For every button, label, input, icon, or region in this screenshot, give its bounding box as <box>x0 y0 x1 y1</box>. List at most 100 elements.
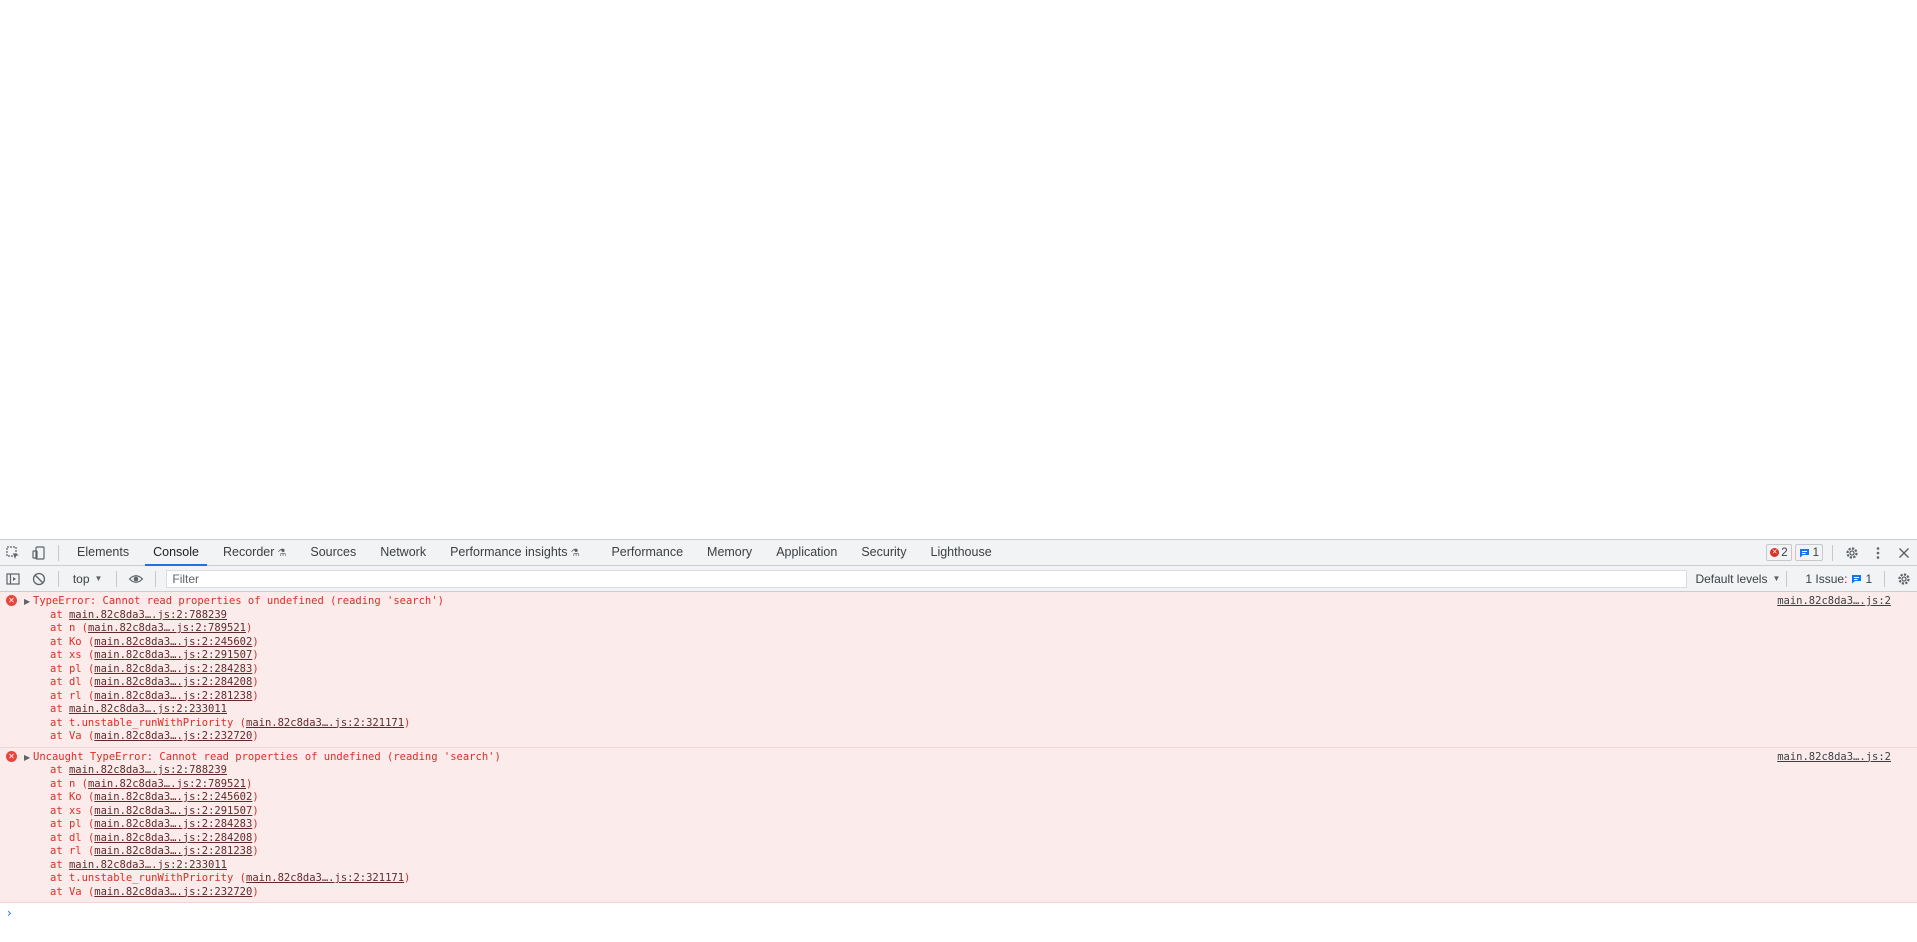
expand-triangle-icon[interactable]: ▶ <box>24 595 30 609</box>
frame-location-link[interactable]: main.82c8da3….js:2:233011 <box>69 703 227 715</box>
frame-location-link[interactable]: main.82c8da3….js:2:788239 <box>69 609 227 621</box>
frame-prefix: at <box>50 872 69 884</box>
frame-location-link[interactable]: main.82c8da3….js:2:281238 <box>94 845 252 857</box>
stack-frame: at dl (main.82c8da3….js:2:284208) <box>50 831 259 844</box>
gear-icon[interactable] <box>1891 566 1917 591</box>
log-levels-dropdown[interactable]: Default levels ▼ <box>1695 572 1780 586</box>
issues-button[interactable]: 1 Issue: 1 <box>1799 572 1878 586</box>
console-prompt[interactable]: › <box>0 906 1917 924</box>
stack-frame: at xs (main.82c8da3….js:2:291507) <box>50 649 259 661</box>
frame-prefix: at <box>50 635 69 648</box>
frame-location-link[interactable]: main.82c8da3….js:2:321171 <box>246 717 404 729</box>
tab-console[interactable]: Console <box>141 540 211 566</box>
frame-prefix: at <box>50 649 69 661</box>
frame-function: n <box>68 777 76 790</box>
frame-function: Ko <box>68 791 82 803</box>
frame-function: pl <box>68 662 82 675</box>
tab-label: Memory <box>707 545 753 559</box>
chevron-down-icon: ▼ <box>1772 574 1781 583</box>
frame-location-link[interactable]: main.82c8da3….js:2:789521 <box>88 778 246 790</box>
tab-lighthouse[interactable]: Lighthouse <box>919 540 1004 565</box>
tab-recorder[interactable]: Recorder ⚗ <box>211 540 298 565</box>
stack-frame: at xs (main.82c8da3….js:2:291507) <box>50 804 259 817</box>
device-toolbar-icon[interactable] <box>26 540 52 565</box>
frame-location-link[interactable]: main.82c8da3….js:2:321171 <box>246 872 404 884</box>
frame-location-link[interactable]: main.82c8da3….js:2:232720 <box>94 886 252 898</box>
page-viewport <box>0 0 1917 539</box>
message-counter[interactable]: 1 <box>1794 544 1823 561</box>
frame-location-link[interactable]: main.82c8da3….js:2:284208 <box>94 832 252 844</box>
expand-triangle-icon[interactable]: ▶ <box>24 751 30 765</box>
tab-application[interactable]: Application <box>764 540 849 565</box>
filter-input[interactable] <box>166 569 1688 588</box>
stack-frame: at main.82c8da3….js:2:788239 <box>0 609 1917 623</box>
frame-location-link[interactable]: main.82c8da3….js:2:284208 <box>94 676 252 688</box>
tab-label: Performance <box>611 545 684 559</box>
stack-frame: at pl (main.82c8da3….js:2:284283) <box>50 662 259 675</box>
frame-location-link[interactable]: main.82c8da3….js:2:284283 <box>94 818 252 830</box>
experiment-flask-icon: ⚗ <box>277 548 287 559</box>
chevron-down-icon: ▼ <box>94 574 103 583</box>
stack-frame: at Va (main.82c8da3….js:2:232720) <box>50 730 259 742</box>
stack-frame: at t.unstable_runWithPriority (main.82c8… <box>50 872 411 884</box>
error-count: 2 <box>1781 546 1788 559</box>
frame-prefix: at <box>50 662 69 675</box>
sidebar-toggle-icon[interactable] <box>0 566 26 591</box>
stack-frame: at t.unstable_runWithPriority (main.82c8… <box>50 716 411 729</box>
error-header[interactable]: ✕ ▶ Uncaught TypeError: Cannot read proper… <box>0 750 1917 765</box>
frame-function: t.unstable_runWithPriority <box>68 716 234 729</box>
stack-frame: at Ko (main.82c8da3….js:2:245602) <box>50 635 259 648</box>
frame-prefix: at <box>50 716 69 729</box>
frame-location-link[interactable]: main.82c8da3….js:2:232720 <box>94 730 252 742</box>
tab-performance-insights[interactable]: Performance insights ⚗ <box>438 540 591 565</box>
frame-location-link[interactable]: main.82c8da3….js:2:281238 <box>94 690 252 702</box>
source-link[interactable]: main.82c8da3….js:2 <box>1777 595 1891 609</box>
frame-location-link[interactable]: main.82c8da3….js:2:291507 <box>94 649 252 661</box>
console-messages: ✕ ▶ TypeError: Cannot read properties of u… <box>0 592 1917 924</box>
tab-performance[interactable]: Performance <box>599 540 695 565</box>
tab-network[interactable]: Network <box>368 540 438 565</box>
inspect-element-icon[interactable] <box>0 540 26 565</box>
divider <box>116 570 118 587</box>
frame-location-link[interactable]: main.82c8da3….js:2:245602 <box>94 636 252 648</box>
error-counter[interactable]: ✕ 2 <box>1766 544 1792 561</box>
stack-frame: at pl (main.82c8da3….js:2:284283) <box>50 818 259 830</box>
frame-location-link[interactable]: main.82c8da3….js:2:291507 <box>94 805 252 817</box>
frame-function: xs <box>68 649 82 661</box>
tab-sources[interactable]: Sources <box>298 540 368 565</box>
tab-elements[interactable]: Elements <box>65 540 141 565</box>
frame-location-link[interactable]: main.82c8da3….js:2:789521 <box>88 622 246 634</box>
eye-icon[interactable] <box>123 566 149 591</box>
frame-function: Va <box>68 885 82 898</box>
devtools-tabbar: Elements Console Recorder ⚗ Sources Network Pe… <box>0 539 1917 566</box>
source-link[interactable]: main.82c8da3….js:2 <box>1777 751 1891 765</box>
frame-location-link[interactable]: main.82c8da3….js:2:233011 <box>69 859 227 871</box>
stack-frame: at Ko (main.82c8da3….js:2:245602) <box>50 791 259 803</box>
divider <box>155 570 157 587</box>
context-selector[interactable]: top ▼ <box>65 572 111 586</box>
error-header[interactable]: ✕ ▶ TypeError: Cannot read properties of u… <box>0 595 1917 609</box>
frame-prefix: at <box>50 608 69 621</box>
devtools-panel: Elements Console Recorder ⚗ Sources Network Pe… <box>0 539 1917 942</box>
stack-frame: at main.82c8da3….js:2:233011 <box>0 859 1917 873</box>
more-vertical-icon[interactable] <box>1865 540 1891 565</box>
frame-location-link[interactable]: main.82c8da3….js:2:245602 <box>94 791 252 803</box>
tab-list: Elements Console Recorder ⚗ Sources Network Pe… <box>65 540 1012 566</box>
frame-prefix: at <box>50 730 69 742</box>
frame-function: Va <box>68 730 82 742</box>
clear-console-icon[interactable] <box>26 566 52 591</box>
tab-label: Security <box>861 545 907 559</box>
gear-icon[interactable] <box>1839 540 1865 565</box>
frame-prefix: at <box>50 764 69 776</box>
tab-security[interactable]: Security <box>849 540 918 565</box>
frame-prefix: at <box>50 622 69 634</box>
tab-label: Console <box>153 545 199 559</box>
frame-location-link[interactable]: main.82c8da3….js:2:284283 <box>94 663 252 675</box>
frame-location-link[interactable]: main.82c8da3….js:2:788239 <box>69 764 227 776</box>
frame-prefix: at <box>50 804 69 817</box>
tab-memory[interactable]: Memory <box>695 540 764 565</box>
frame-prefix: at <box>50 676 69 688</box>
close-icon[interactable] <box>1891 540 1917 565</box>
frame-prefix: at <box>50 689 69 702</box>
frame-prefix: at <box>50 777 69 790</box>
